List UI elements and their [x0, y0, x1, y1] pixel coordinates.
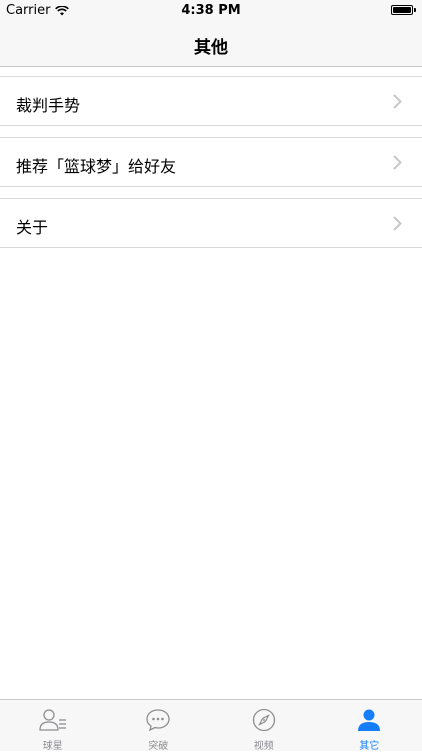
compass-icon [251, 708, 277, 732]
chevron-right-icon [393, 94, 402, 109]
page-title: 其他 [0, 33, 422, 58]
person-icon [356, 708, 382, 732]
menu-item-label: 推荐「篮球梦」给好友 [16, 153, 176, 177]
menu-item-label: 裁判手势 [16, 92, 80, 116]
chevron-right-icon [393, 216, 402, 231]
chevron-right-icon [393, 155, 402, 170]
nav-bar: 其他 [0, 22, 422, 67]
status-right [391, 5, 416, 15]
tab-video[interactable]: 视频 [211, 700, 317, 751]
battery-icon [391, 5, 413, 15]
menu-item-label: 关于 [16, 214, 48, 238]
contacts-icon [39, 708, 67, 732]
status-time: 4:38 PM [0, 3, 422, 18]
chat-bubble-icon [145, 708, 171, 732]
battery-cap [414, 8, 416, 12]
tab-breakthrough[interactable]: 突破 [106, 700, 212, 751]
settings-list: 裁判手势 推荐「篮球梦」给好友 关于 [0, 67, 422, 248]
tab-stars[interactable]: 球星 [0, 700, 106, 751]
status-bar: Carrier 4:38 PM [0, 0, 422, 22]
tab-bar: 球星 突破 视频 其它 [0, 699, 422, 751]
tab-other[interactable]: 其它 [317, 700, 422, 751]
menu-item-referee-signals[interactable]: 裁判手势 [0, 76, 422, 126]
menu-item-about[interactable]: 关于 [0, 198, 422, 248]
menu-item-recommend[interactable]: 推荐「篮球梦」给好友 [0, 137, 422, 187]
